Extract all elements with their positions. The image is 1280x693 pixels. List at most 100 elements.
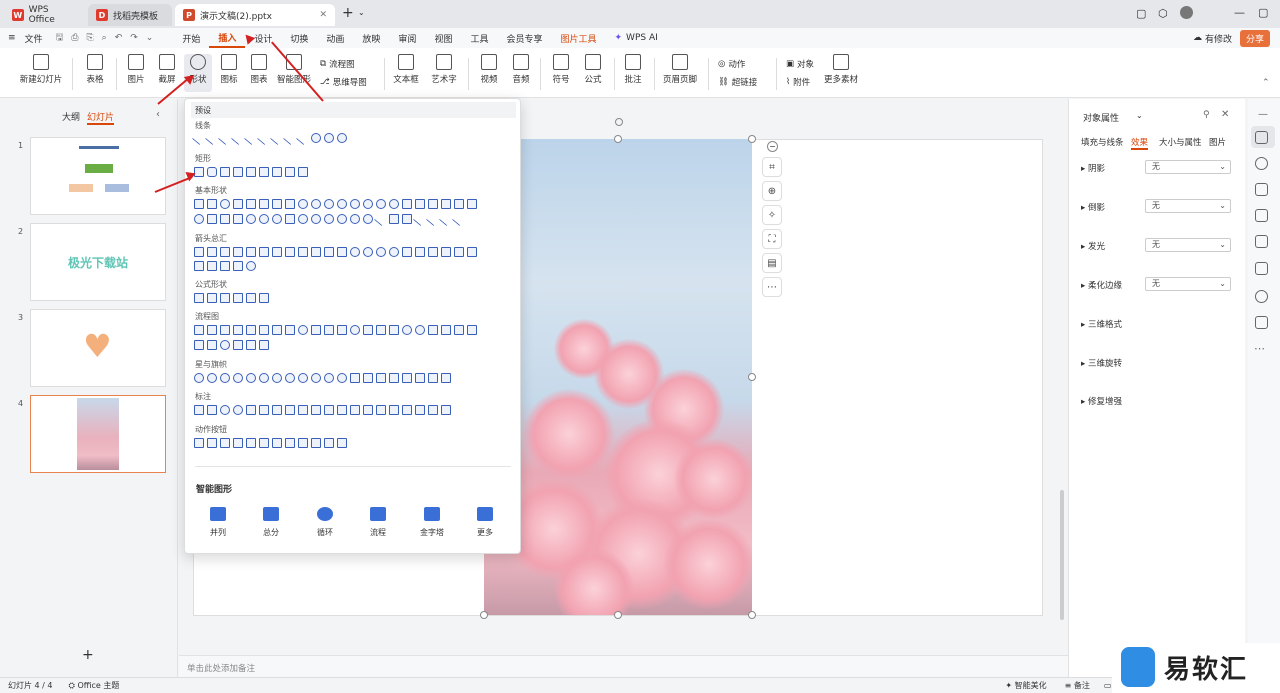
curved-down-ribbon-shape[interactable] <box>389 373 399 383</box>
curved-double-arrow-shape[interactable] <box>295 130 311 146</box>
smart-more-button[interactable]: 更多 <box>465 507 505 538</box>
add-slide-icon[interactable]: + <box>82 647 94 663</box>
accent-border-callout-1-shape[interactable] <box>402 405 412 415</box>
menu-file[interactable]: 文件 <box>16 28 52 48</box>
accent-border-callout-4-shape[interactable] <box>441 405 451 415</box>
card-shape[interactable] <box>376 325 386 335</box>
new-tab-icon[interactable]: + <box>342 5 354 21</box>
manual-input-shape[interactable] <box>324 325 334 335</box>
up-down-arrow-shape[interactable] <box>259 247 269 257</box>
action-info-shape[interactable] <box>259 438 269 448</box>
5-point-star-shape[interactable] <box>233 373 243 383</box>
icon-button[interactable]: 图标 <box>216 54 242 92</box>
double-bracket-shape[interactable] <box>389 214 399 224</box>
rounded-rectangle-shape[interactable] <box>207 167 217 177</box>
decision-shape[interactable] <box>220 325 230 335</box>
merge-shape[interactable] <box>467 325 477 335</box>
delay-shape[interactable] <box>207 340 217 350</box>
more-icon[interactable]: ⋯ <box>762 277 782 297</box>
parallelogram-shape[interactable] <box>259 199 269 209</box>
avatar[interactable] <box>1180 6 1193 19</box>
line-callout-4-shape[interactable] <box>285 405 295 415</box>
line-callout-2-shape[interactable] <box>259 405 269 415</box>
left-right-arrow-callout-shape[interactable] <box>220 261 230 271</box>
menu-home[interactable]: 开始 <box>173 28 209 48</box>
copy-icon[interactable] <box>1255 183 1268 196</box>
accent-callout-4-shape[interactable] <box>337 405 347 415</box>
chevron-down-icon[interactable]: ⌄ <box>142 33 158 43</box>
pie-shape[interactable] <box>376 199 386 209</box>
slide-thumbnail-2[interactable]: 极光下载站 <box>30 223 166 301</box>
sort-shape[interactable] <box>441 325 451 335</box>
vertical-scroll-shape[interactable] <box>402 373 412 383</box>
repair-enhance-row[interactable]: ▸ 修复增强 <box>1081 395 1122 407</box>
right-brace-shape[interactable] <box>451 211 467 227</box>
predefined-process-shape[interactable] <box>246 325 256 335</box>
resize-handle[interactable] <box>614 611 622 619</box>
up-ribbon-shape[interactable] <box>350 373 360 383</box>
extract-shape[interactable] <box>454 325 464 335</box>
picture-button[interactable]: 图片 <box>124 54 148 92</box>
display-shape[interactable] <box>259 340 269 350</box>
action-end-shape[interactable] <box>233 438 243 448</box>
rect-callout-shape[interactable] <box>194 405 204 415</box>
explosion-1-shape[interactable] <box>194 373 204 383</box>
image-edit-icon[interactable] <box>1255 209 1268 222</box>
chevron-down-icon[interactable]: ⌄ <box>358 8 365 17</box>
resize-handle[interactable] <box>614 135 622 143</box>
action-button[interactable]: ◎ 动作 <box>718 58 745 70</box>
collapse-toolbar-icon[interactable]: − <box>767 141 778 152</box>
help-icon[interactable] <box>1255 290 1268 303</box>
smart-parallel-button[interactable]: 并列 <box>198 507 238 538</box>
pin-icon[interactable]: ⚲ <box>1203 110 1210 120</box>
32-point-star-shape[interactable] <box>337 373 347 383</box>
curved-up-ribbon-shape[interactable] <box>376 373 386 383</box>
process-shape[interactable] <box>194 325 204 335</box>
border-callout-4-shape[interactable] <box>389 405 399 415</box>
accent-border-callout-3-shape[interactable] <box>428 405 438 415</box>
fit-icon[interactable]: ⛶ <box>762 229 782 249</box>
quad-arrow-shape[interactable] <box>272 247 282 257</box>
flowchart-button[interactable]: ⧉ 流程图 <box>320 58 355 70</box>
action-back-shape[interactable] <box>194 438 204 448</box>
tab-fill-line[interactable]: 填充与线条 <box>1081 136 1124 148</box>
border-callout-2-shape[interactable] <box>363 405 373 415</box>
double-brace-shape[interactable] <box>402 214 412 224</box>
textbox-shape[interactable] <box>194 199 204 209</box>
symbol-button[interactable]: 符号 <box>548 54 574 92</box>
video-button[interactable]: 视频 <box>476 54 502 92</box>
chart-button[interactable]: 图表 <box>246 54 272 92</box>
menu-slideshow[interactable]: 放映 <box>353 28 389 48</box>
theme-indicator[interactable]: ⛭ Office 主题 <box>69 680 120 691</box>
tab-docer[interactable]: D 找稻壳模板 <box>88 4 172 26</box>
left-right-up-arrow-shape[interactable] <box>285 247 295 257</box>
wave-shape[interactable] <box>428 373 438 383</box>
off-page-connector-shape[interactable] <box>363 325 373 335</box>
round-diagonal-shape[interactable] <box>298 167 308 177</box>
redo-icon[interactable]: ↷ <box>126 33 142 43</box>
striped-right-arrow-shape[interactable] <box>402 247 412 257</box>
pentagon-arrow-shape[interactable] <box>428 247 438 257</box>
collapse-panel-icon[interactable]: ‹ <box>156 109 160 120</box>
8-point-star-shape[interactable] <box>272 373 282 383</box>
menu-insert[interactable]: 插入 <box>209 28 246 48</box>
l-shape[interactable] <box>441 199 451 209</box>
action-help-shape[interactable] <box>324 438 334 448</box>
or-shape[interactable] <box>415 325 425 335</box>
soft-edges-select[interactable]: 无 ⌄ <box>1145 277 1231 291</box>
slide-thumbnail-4[interactable] <box>30 395 166 473</box>
glow-row[interactable]: ▸ 发光 <box>1081 240 1105 252</box>
cube-shape[interactable] <box>220 214 230 224</box>
rotate-handle-icon[interactable] <box>615 118 623 126</box>
attachment-button[interactable]: ⌇ 附件 <box>786 76 810 88</box>
arc-shape[interactable] <box>373 211 389 227</box>
direct-access-shape[interactable] <box>246 340 256 350</box>
action-forward-shape[interactable] <box>207 438 217 448</box>
more-materials-button[interactable]: 更多素材 <box>820 54 862 92</box>
menu-picture-tools[interactable]: 图片工具 <box>551 28 605 48</box>
can-shape[interactable] <box>207 214 217 224</box>
rounded-callout-shape[interactable] <box>207 405 217 415</box>
slide-thumbnail-1[interactable] <box>30 137 166 215</box>
oval-callout-shape[interactable] <box>220 405 230 415</box>
bent-up-arrow-shape[interactable] <box>337 247 347 257</box>
